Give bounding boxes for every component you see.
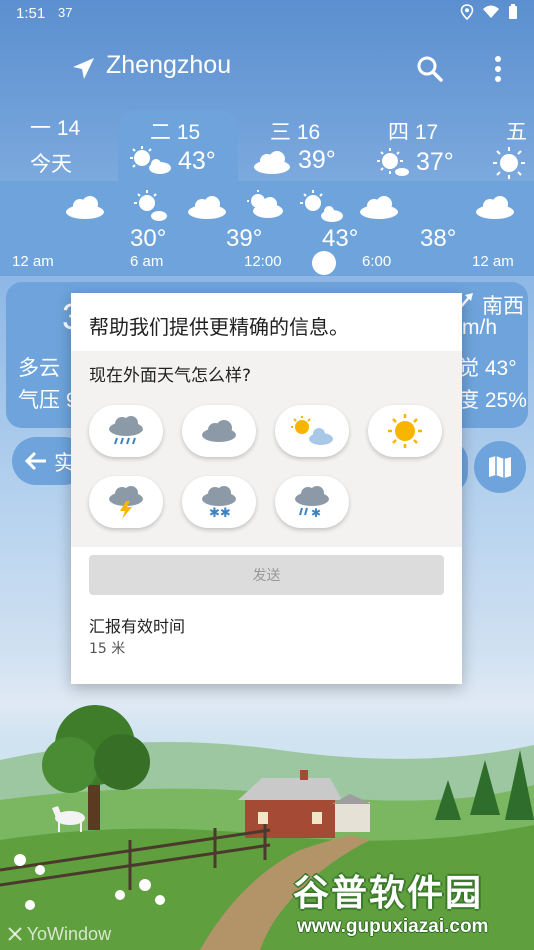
- partly-cloudy-icon: [130, 146, 171, 174]
- hourly-temp: 39°: [226, 225, 263, 252]
- partly-cloudy-icon: [291, 416, 333, 445]
- status-time: 1:51: [16, 5, 46, 22]
- daily-forecast-strip: 一 14 今天 二 15 43° 三 16 39° 四 17 37° 五: [0, 112, 534, 182]
- watermark-logo: 谷普软件园: [293, 873, 484, 914]
- status-bar: 1:51 37: [0, 0, 534, 28]
- moon-icon: [25, 192, 46, 214]
- day-temp: 39°: [298, 146, 336, 174]
- cloud-icon: [476, 196, 514, 219]
- back-arrow-icon: [24, 451, 46, 471]
- day-weekday: 一 14: [30, 117, 81, 140]
- x-logo-icon: [8, 927, 22, 941]
- day-weekday: 五: [506, 121, 527, 144]
- network-badge: 37: [58, 5, 73, 20]
- hourly-temp: 43°: [322, 225, 359, 252]
- sun-icon: [493, 147, 525, 179]
- day-temp-row: 37°: [374, 146, 454, 178]
- day-temp: 37°: [416, 147, 454, 176]
- hourly-time: 12:00: [244, 253, 282, 270]
- option-rain-button[interactable]: [89, 405, 163, 457]
- hourly-temp: 38°: [420, 225, 457, 252]
- day-tab-mon[interactable]: 一 14 今天: [30, 112, 80, 178]
- cloud-icon: [254, 150, 290, 174]
- weather-report-dialog: 帮助我们提供更精确的信息。 现在外面天气怎么样? ✱✱ ✱ 发送 汇报有效时间 …: [71, 293, 462, 684]
- day-weekday: 三 16: [270, 121, 321, 144]
- sleet-icon: ✱: [295, 486, 329, 519]
- option-sleet-button[interactable]: ✱: [275, 476, 349, 528]
- svg-text:✱✱: ✱✱: [209, 506, 231, 519]
- day-weekday: 二 15: [150, 121, 201, 144]
- dialog-question: 现在外面天气怎么样?: [89, 366, 252, 386]
- condition-text: 多云: [18, 357, 60, 380]
- partly-cloudy-icon: [300, 190, 343, 222]
- accuracy-value: 15 米: [89, 641, 126, 657]
- map-button[interactable]: [474, 441, 526, 493]
- hourly-forecast-strip[interactable]: 30° 39° 43° 38° 12 am 6 am 12:00 6:00 12…: [0, 181, 534, 276]
- wifi-icon: [483, 5, 499, 18]
- thunderstorm-icon: [109, 486, 143, 519]
- watermark: 谷普软件园 www.gupuxiazai.com: [293, 864, 527, 946]
- battery-icon: [509, 4, 517, 19]
- current-time-marker[interactable]: [312, 251, 336, 275]
- yowindow-credit[interactable]: YoWindow: [8, 924, 111, 945]
- hourly-time: 6 am: [130, 253, 164, 270]
- day-temp-row: 39°: [252, 146, 336, 175]
- day-label: 今天: [30, 153, 72, 176]
- day-tab-tue[interactable]: 二 15 43°: [130, 116, 216, 176]
- location-icon: [460, 4, 474, 20]
- search-icon[interactable]: [414, 53, 446, 85]
- sun-icon: [388, 414, 422, 448]
- svg-text:✱: ✱: [311, 506, 321, 519]
- option-thunderstorm-button[interactable]: [89, 476, 163, 528]
- map-icon: [489, 456, 511, 478]
- cloud-icon: [202, 420, 236, 442]
- cloud-icon: [66, 196, 104, 219]
- city-name[interactable]: Zhengzhou: [106, 51, 231, 80]
- navigation-arrow-icon[interactable]: [70, 56, 96, 82]
- partly-cloudy-icon: [247, 190, 283, 218]
- rain-icon: [109, 416, 143, 445]
- day-temp-row: 43°: [128, 146, 216, 176]
- day-tab-fri[interactable]: 五: [493, 116, 527, 180]
- cloud-icon: [360, 196, 398, 219]
- send-button[interactable]: 发送: [89, 555, 444, 595]
- day-temp: 43°: [178, 146, 216, 175]
- wind-unit: m/h: [462, 316, 498, 339]
- option-snow-button[interactable]: ✱✱: [182, 476, 256, 528]
- more-vert-icon[interactable]: [484, 53, 512, 85]
- option-partly-cloudy-button[interactable]: [275, 405, 349, 457]
- app-header: Zhengzhou: [0, 45, 534, 91]
- day-tab-thu[interactable]: 四 17 37°: [377, 116, 454, 178]
- watermark-url: www.gupuxiazai.com: [297, 916, 489, 937]
- day-tab-wed[interactable]: 三 16 39°: [254, 116, 336, 175]
- option-cloudy-button[interactable]: [182, 405, 256, 457]
- cloud-icon: [188, 196, 226, 219]
- day-weekday: 四 17: [388, 121, 439, 144]
- option-sunny-button[interactable]: [368, 405, 442, 457]
- dialog-title: 帮助我们提供更精确的信息。: [89, 315, 349, 339]
- hourly-time: 12 am: [12, 253, 54, 270]
- hourly-temp: 30°: [130, 225, 167, 252]
- accuracy-label: 汇报有效时间: [89, 617, 186, 636]
- sun-cloud-small-icon: [377, 148, 409, 176]
- day-temp-row: [492, 146, 527, 180]
- humidity-text: 度 25%: [458, 389, 527, 412]
- pressure-text: 气压 9: [18, 389, 78, 412]
- partly-cloudy-icon: [134, 190, 167, 221]
- hourly-time: 6:00: [362, 253, 392, 270]
- feels-like-text: 觉 43°: [458, 357, 517, 380]
- snow-icon: ✱✱: [202, 486, 236, 519]
- credit-text: YoWindow: [26, 924, 112, 944]
- hourly-time: 12 am: [472, 253, 514, 270]
- weather-options-panel: 现在外面天气怎么样? ✱✱ ✱: [71, 351, 462, 547]
